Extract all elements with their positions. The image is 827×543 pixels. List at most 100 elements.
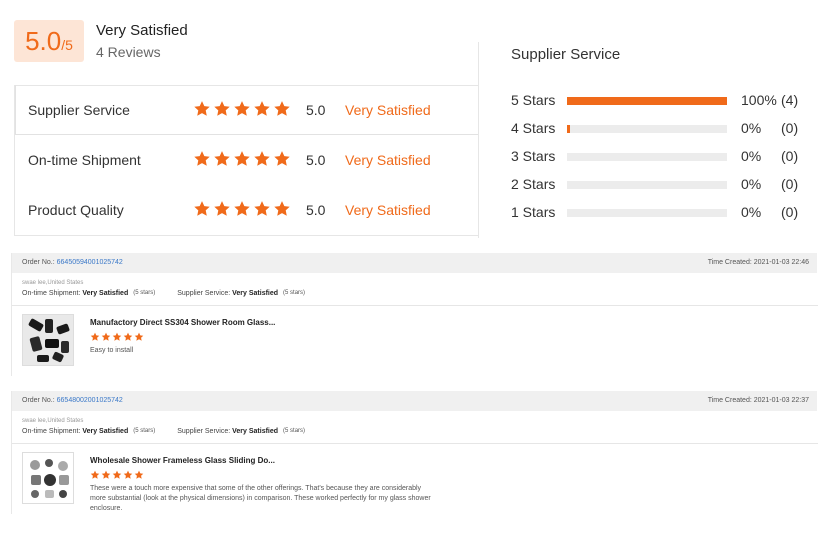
service-stars: (5 stars) [283, 290, 306, 296]
rating-row-supplier-service: Supplier Service 5.0 Very Satisfied [15, 95, 479, 125]
distribution-percent: 0% [741, 176, 762, 192]
distribution-label: 5 Stars [511, 92, 556, 108]
distribution-label: 4 Stars [511, 120, 556, 136]
distribution-bar [567, 153, 727, 161]
distribution-count: (0) [781, 148, 799, 164]
review-comment: These were a touch more expensive that s… [90, 485, 431, 512]
rating-score: 5.0 [306, 152, 326, 168]
distribution-bar-fill [567, 97, 727, 105]
star-icon [254, 151, 270, 166]
time-created: Time Created: 2021-01-03 22:37 [707, 397, 809, 404]
product-thumbnail[interactable] [22, 452, 74, 504]
distribution-row-1: 1 Stars 0% (0) [511, 204, 811, 222]
star-icon [134, 470, 144, 479]
rating-text: Very Satisfied [345, 202, 431, 218]
review-comment: Easy to install [90, 347, 134, 354]
distribution-count: (0) [781, 120, 799, 136]
overall-score-badge: 5.0 /5 [14, 20, 84, 62]
shipment-value: Very Satisfied [82, 428, 129, 435]
distribution-bar [567, 181, 727, 189]
service-label: Supplier Service: [177, 428, 231, 435]
distribution-percent: 0% [741, 120, 762, 136]
star-icon [274, 101, 290, 116]
rating-stars [193, 100, 291, 118]
star-icon [123, 470, 133, 479]
shipment-label: On-time Shipment: [22, 290, 81, 297]
distribution-label: 2 Stars [511, 176, 556, 192]
rating-breakdown: Supplier Service 5.0 Very Satisfied On-t… [14, 85, 479, 236]
order-number-link[interactable]: 66548002001025742 [57, 397, 123, 404]
star-icon [112, 332, 122, 341]
star-icon [274, 151, 290, 166]
star-icon [234, 151, 250, 166]
buyer-info: swae lee,United States [22, 280, 84, 286]
review-header: Order No.: 66450594001025742 Time Create… [12, 253, 817, 273]
shipment-stars: (5 stars) [133, 428, 156, 434]
distribution-bar [567, 97, 727, 105]
star-icon [90, 332, 100, 341]
shipment-label: On-time Shipment: [22, 428, 81, 435]
distribution-label: 1 Stars [511, 204, 556, 220]
review-meta: On-time Shipment: Very Satisfied (5 star… [12, 428, 817, 435]
order-label: Order No.: [22, 259, 55, 266]
distribution-percent: 0% [741, 148, 762, 164]
rating-label: Supplier Service [28, 102, 130, 118]
star-icon [234, 101, 250, 116]
star-icon [274, 201, 290, 216]
rating-text: Very Satisfied [345, 102, 431, 118]
review-count: 4 Reviews [96, 44, 161, 60]
review-stars [90, 332, 144, 342]
star-icon [101, 470, 111, 479]
distribution-label: 3 Stars [511, 148, 556, 164]
distribution-bar [567, 209, 727, 217]
star-icon [112, 470, 122, 479]
review-product: Wholesale Shower Frameless Glass Sliding… [12, 444, 817, 514]
rating-stars [193, 200, 291, 218]
service-label: Supplier Service: [177, 290, 231, 297]
distribution-row-3: 3 Stars 0% (0) [511, 148, 811, 166]
product-title[interactable]: Wholesale Shower Frameless Glass Sliding… [90, 456, 275, 465]
overall-score: 5.0 [25, 26, 62, 56]
rating-stars [193, 150, 291, 168]
time-created: Time Created: 2021-01-03 22:46 [707, 259, 809, 266]
order-info: Order No.: 66548002001025742 [22, 397, 123, 404]
service-value: Very Satisfied [232, 290, 279, 297]
star-icon [90, 470, 100, 479]
star-icon [194, 101, 210, 116]
star-icon [194, 201, 210, 216]
star-icon [194, 151, 210, 166]
distribution-count: (0) [781, 176, 799, 192]
star-icon [214, 201, 230, 216]
rating-row-product-quality: Product Quality 5.0 Very Satisfied [15, 195, 479, 225]
order-number-link[interactable]: 66450594001025742 [57, 259, 123, 266]
service-value: Very Satisfied [232, 428, 279, 435]
star-icon [214, 101, 230, 116]
rating-label: On-time Shipment [28, 152, 141, 168]
rating-score: 5.0 [306, 102, 326, 118]
review-card: Order No.: 66548002001025742 Time Create… [11, 391, 818, 514]
distribution-percent: 0% [741, 204, 762, 220]
review-stars [90, 470, 144, 480]
star-icon [134, 332, 144, 341]
star-icon [123, 332, 133, 341]
rating-text: Very Satisfied [345, 152, 431, 168]
rating-row-on-time-shipment: On-time Shipment 5.0 Very Satisfied [15, 145, 479, 175]
star-icon [214, 151, 230, 166]
review-header: Order No.: 66548002001025742 Time Create… [12, 391, 817, 411]
review-card: Order No.: 66450594001025742 Time Create… [11, 253, 818, 376]
shipment-stars: (5 stars) [133, 290, 156, 296]
service-stars: (5 stars) [283, 428, 306, 434]
distribution-count: (0) [781, 204, 799, 220]
order-info: Order No.: 66450594001025742 [22, 259, 123, 266]
rating-label: Product Quality [28, 202, 124, 218]
distribution-row-2: 2 Stars 0% (0) [511, 176, 811, 194]
product-thumbnail[interactable] [22, 314, 74, 366]
overall-score-max: /5 [61, 37, 73, 53]
distribution-bar-fill [567, 125, 571, 133]
review-meta: On-time Shipment: Very Satisfied (5 star… [12, 290, 817, 297]
distribution-percent: 100% [741, 92, 777, 108]
vertical-divider [478, 42, 479, 238]
product-title[interactable]: Manufactory Direct SS304 Shower Room Gla… [90, 318, 275, 327]
distribution-row-4: 4 Stars 0% (0) [511, 120, 811, 138]
order-label: Order No.: [22, 397, 55, 404]
